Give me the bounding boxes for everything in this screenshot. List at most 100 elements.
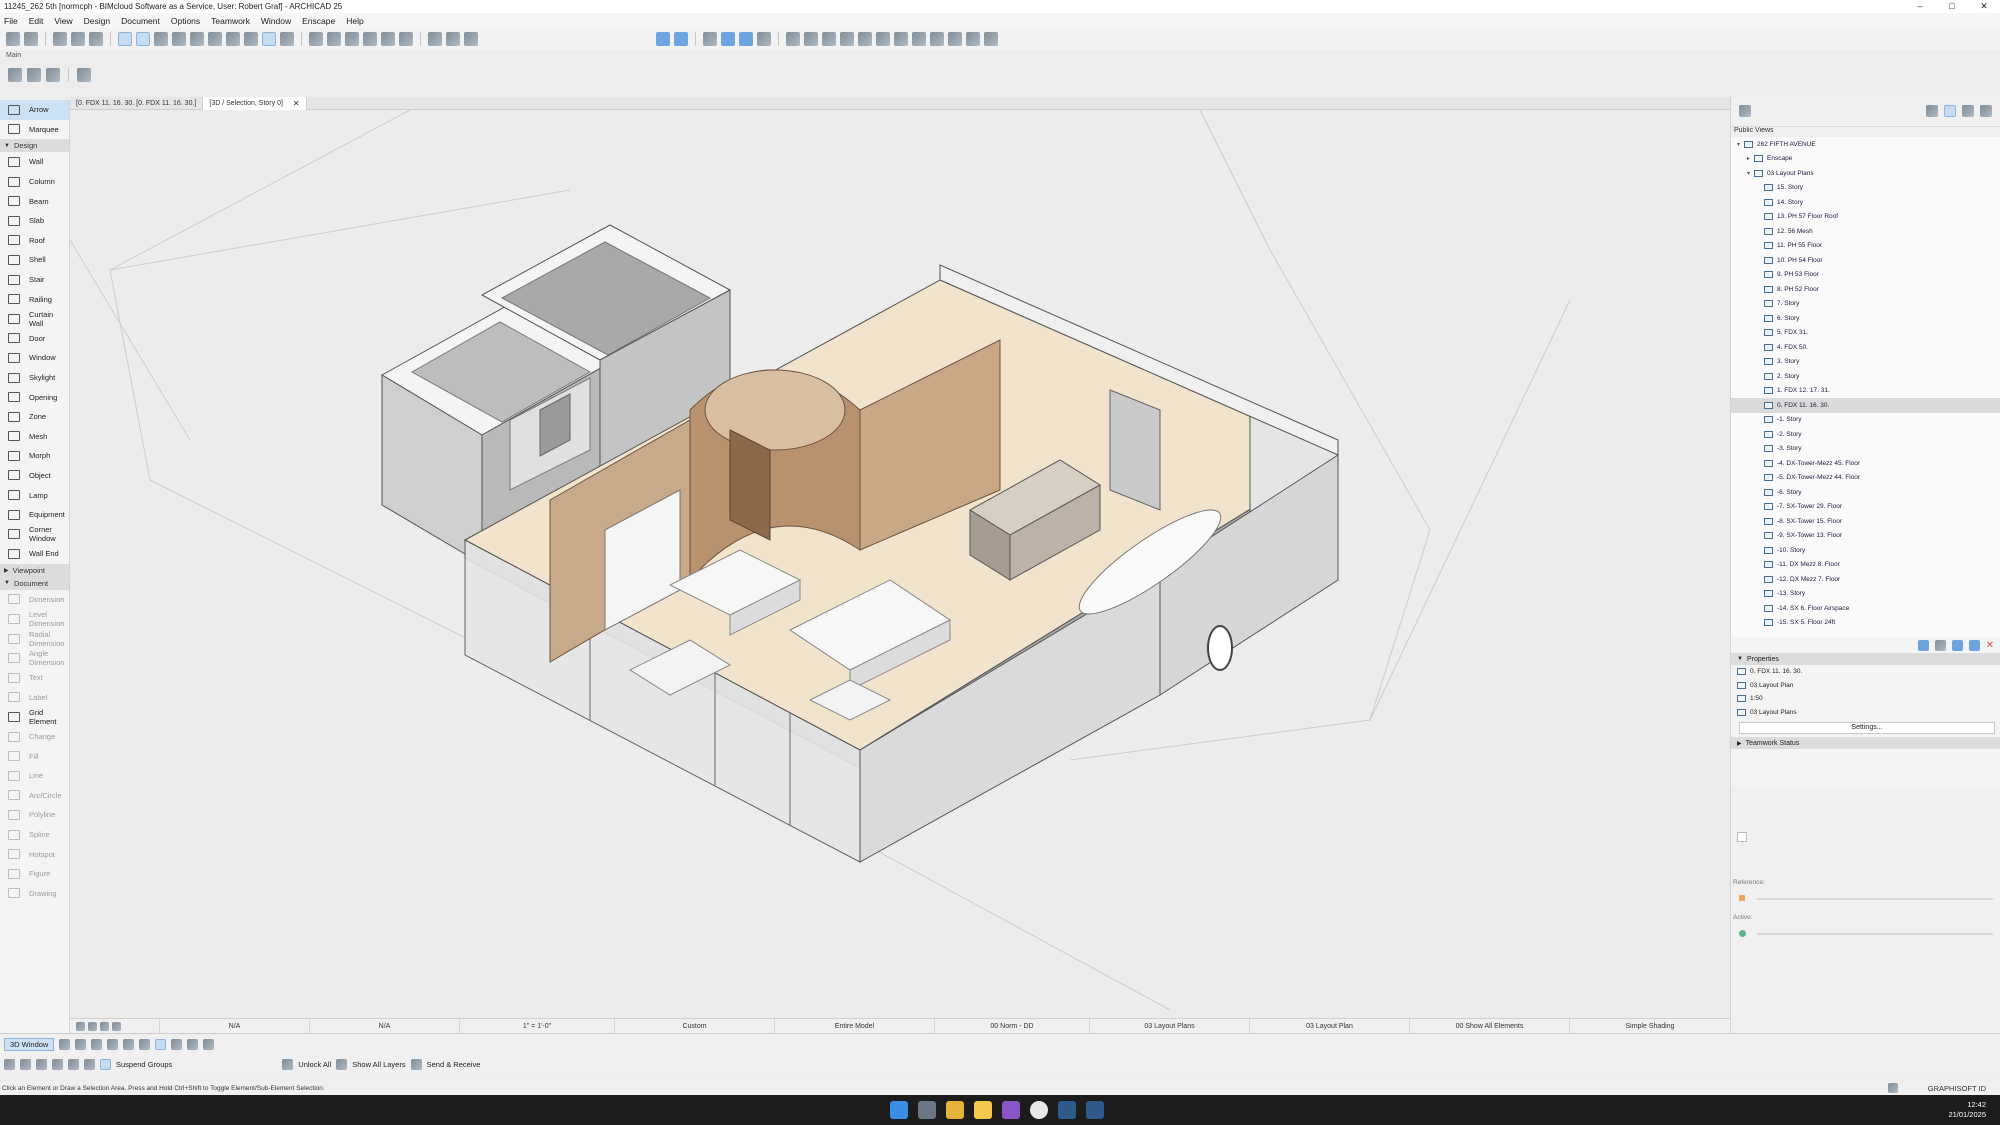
tree-expand-icon[interactable]: ▸ — [1747, 155, 1754, 162]
explore-tool-icon[interactable] — [75, 1038, 87, 1050]
tool-radial-dimension[interactable]: Radial Dimension — [0, 629, 69, 649]
renovation-filter-value[interactable]: 00 Show All Elements — [1410, 1018, 1570, 1034]
tree-item[interactable]: -6. Story — [1731, 485, 2000, 500]
tool-morph[interactable]: Morph — [0, 446, 69, 466]
tool-window[interactable]: Window — [0, 348, 69, 368]
tool-text[interactable]: Text — [0, 668, 69, 688]
arrow-select-icon[interactable] — [77, 68, 91, 82]
grid-icon[interactable] — [154, 32, 168, 46]
tree-item[interactable]: 0. FDX 11. 16. 30. — [1731, 398, 2000, 413]
scale-value[interactable]: 1" = 1'-0" — [460, 1018, 615, 1034]
tree-item[interactable]: 12. 56 Mesh — [1731, 224, 2000, 239]
tree-item[interactable]: -7. SX-Tower 29. Floor — [1731, 500, 2000, 515]
3d-viewport[interactable] — [70, 110, 1730, 1018]
publisher-sets-icon[interactable] — [1980, 105, 1992, 117]
tree-item[interactable]: 7. Story — [1731, 297, 2000, 312]
tool-spline[interactable]: Spline — [0, 825, 69, 845]
tool-slab[interactable]: Slab — [0, 211, 69, 231]
zoom-in-icon[interactable] — [88, 1021, 97, 1031]
tool-drawing[interactable]: Drawing — [0, 884, 69, 904]
layout-book-map-icon[interactable] — [1962, 105, 1974, 117]
list-icon[interactable] — [912, 32, 926, 46]
reference-checkbox[interactable] — [1737, 832, 1747, 842]
snap-guides-icon[interactable] — [118, 32, 132, 46]
enscape-settings-icon[interactable] — [757, 32, 771, 46]
reference-slider[interactable] — [1757, 898, 1993, 900]
menu-teamwork[interactable]: Teamwork — [211, 16, 250, 26]
pen-set-value[interactable]: 00 Norm - DD — [935, 1018, 1090, 1034]
menu-edit[interactable]: Edit — [29, 16, 44, 26]
distribute-icon[interactable] — [20, 1058, 31, 1070]
menu-view[interactable]: View — [54, 16, 72, 26]
suspend-groups-button[interactable]: Suspend Groups — [116, 1060, 172, 1069]
tool-wall[interactable]: Wall — [0, 152, 69, 172]
wireframe-icon[interactable] — [171, 1038, 183, 1050]
tree-expand-icon[interactable]: ▾ — [1747, 170, 1754, 177]
tree-item[interactable]: 4. FDX 50. — [1731, 340, 2000, 355]
tool-line[interactable]: Line — [0, 766, 69, 786]
tab-3d-selection[interactable]: [3D / Selection, Story 0] ✕ — [203, 97, 307, 110]
eyedropper-icon[interactable] — [89, 32, 103, 46]
enscape-views-icon[interactable] — [739, 32, 753, 46]
unlock-all-button[interactable]: Unlock All — [298, 1060, 331, 1069]
menu-options[interactable]: Options — [171, 16, 200, 26]
measure-icon[interactable] — [309, 32, 323, 46]
detail-icon[interactable] — [840, 32, 854, 46]
schedule-icon[interactable] — [876, 32, 890, 46]
toolbox-section-design[interactable]: ▼ Design — [0, 139, 69, 153]
enscape-capture-icon[interactable] — [721, 32, 735, 46]
pencil-icon[interactable] — [71, 32, 85, 46]
onenote-icon[interactable] — [1002, 1101, 1020, 1119]
publish-icon[interactable] — [464, 32, 478, 46]
tool-figure[interactable]: Figure — [0, 864, 69, 884]
tool-arrow[interactable]: Arrow — [0, 100, 69, 120]
tree-item[interactable]: -11. DX Mezz 8. Floor — [1731, 558, 2000, 573]
info-icon[interactable] — [948, 32, 962, 46]
tree-item[interactable]: -12. DX Mezz 7. Floor — [1731, 572, 2000, 587]
split-icon[interactable] — [381, 32, 395, 46]
tree-item[interactable]: 1. FDX 12. 17. 31. — [1731, 384, 2000, 399]
tree-expand-icon[interactable]: ▾ — [1737, 141, 1744, 148]
navigation-controls[interactable] — [70, 1018, 160, 1034]
toolbox-section-viewpoint[interactable]: ▶ Viewpoint — [0, 563, 69, 577]
tool-opening[interactable]: Opening — [0, 387, 69, 407]
tree-item[interactable]: 5. FDX 31. — [1731, 326, 2000, 341]
settings-app-icon[interactable] — [918, 1101, 936, 1119]
archicad-icon[interactable] — [1058, 1101, 1076, 1119]
show-all-layers-button[interactable]: Show All Layers — [352, 1060, 405, 1069]
partial-structure-value[interactable]: Entire Model — [775, 1018, 935, 1034]
render-icon[interactable] — [280, 32, 294, 46]
new-folder-icon[interactable] — [1951, 639, 1963, 651]
fly-tool-icon[interactable] — [107, 1038, 119, 1050]
tree-item[interactable]: -9. SX-Tower 13. Floor — [1731, 529, 2000, 544]
clone-folder-icon[interactable] — [1917, 639, 1929, 651]
layout-icon[interactable] — [786, 32, 800, 46]
angle-value[interactable]: N/A — [310, 1018, 460, 1034]
layers-icon[interactable] — [336, 1058, 348, 1070]
tool-level-dimension[interactable]: Level Dimension — [0, 609, 69, 629]
graphic-override-value[interactable]: 03 Layout Plan — [1250, 1018, 1410, 1034]
undo-icon[interactable] — [6, 32, 20, 46]
trim-icon[interactable] — [244, 32, 258, 46]
stretch-icon[interactable] — [52, 1058, 63, 1070]
tool-corner-window[interactable]: Corner Window — [0, 524, 69, 544]
tool-fill[interactable]: Fill — [0, 746, 69, 766]
reference-icon[interactable] — [46, 68, 60, 82]
start-icon[interactable] — [890, 1101, 908, 1119]
cutaway-icon[interactable] — [139, 1038, 151, 1050]
enscape-start-icon[interactable] — [656, 32, 670, 46]
mirror-icon[interactable] — [36, 1058, 47, 1070]
archicad-secondary-icon[interactable] — [1086, 1101, 1104, 1119]
menu-enscape[interactable]: Enscape — [302, 16, 335, 26]
index-icon[interactable] — [894, 32, 908, 46]
group-icon[interactable] — [226, 32, 240, 46]
orbit-icon[interactable] — [112, 1021, 121, 1031]
tool-stair[interactable]: Stair — [0, 270, 69, 290]
layer-combination-value[interactable]: Custom — [615, 1018, 775, 1034]
teamwork-icon[interactable] — [446, 32, 460, 46]
zoom-out-icon[interactable] — [100, 1021, 109, 1031]
teamwork-status-header[interactable]: ▶ Teamwork Status — [1731, 737, 2000, 749]
zoom-value[interactable]: N/A — [160, 1018, 310, 1034]
settings-button[interactable]: Settings... — [1739, 722, 1995, 734]
3d-window-button[interactable]: 3D Window — [4, 1037, 55, 1051]
